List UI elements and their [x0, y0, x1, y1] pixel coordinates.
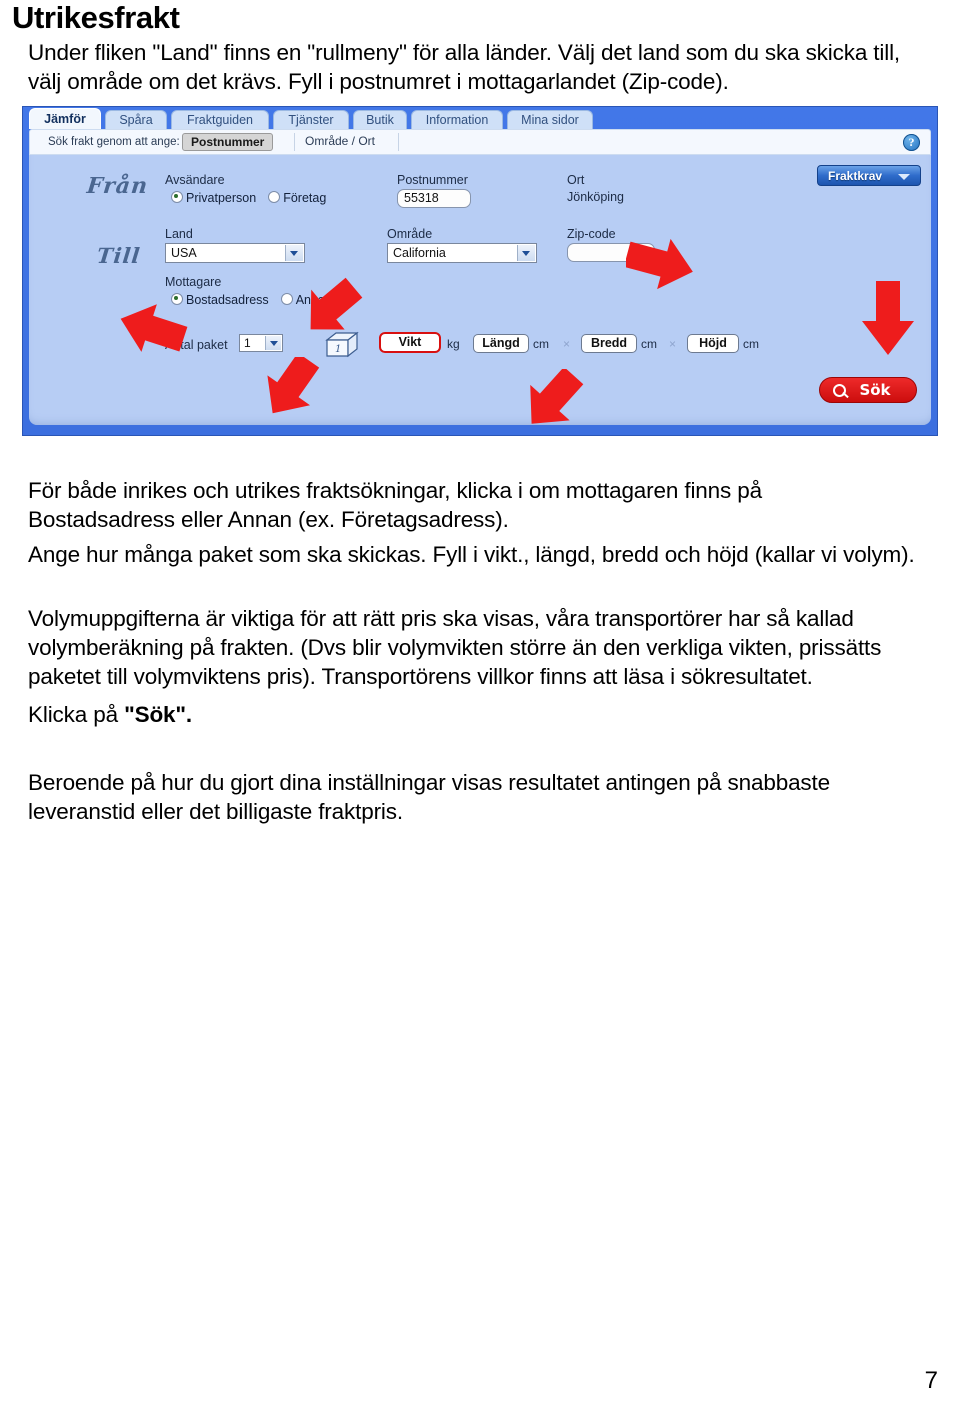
page-number: 7 — [924, 1367, 938, 1394]
chevron-down-icon[interactable] — [265, 336, 281, 350]
land-label: Land — [165, 227, 193, 241]
shipping-form: Från Till Fraktkrav Avsändare Privatpers… — [29, 155, 931, 425]
mode-omrade-ort-button[interactable]: Område / Ort — [294, 133, 383, 151]
height-unit: cm — [743, 337, 759, 351]
paragraph-5: Beroende på hur du gjort dina inställnin… — [28, 770, 830, 824]
paragraph-4: Klicka på "Sök". — [28, 700, 938, 729]
sender-label: Avsändare — [165, 173, 225, 187]
chevron-down-icon — [898, 174, 910, 180]
radio-foretag-label: Företag — [283, 191, 327, 205]
help-icon[interactable]: ? — [903, 134, 920, 151]
width-input[interactable]: Bredd — [581, 334, 637, 353]
radio-annan-icon[interactable] — [280, 293, 293, 305]
svg-text:1: 1 — [335, 344, 341, 355]
ort-label: Ort — [567, 173, 585, 187]
paragraph-1: För både inrikes och utrikes fraktsöknin… — [28, 478, 762, 532]
chevron-down-icon[interactable] — [285, 245, 303, 261]
sok-bold-text: "Sök". — [124, 702, 193, 727]
radio-bostadsadress-label: Bostadsadress — [186, 293, 269, 307]
search-mode-label: Sök frakt genom att ange: — [48, 136, 180, 148]
dimension-separator-2: × — [669, 337, 677, 351]
search-icon — [833, 384, 846, 397]
omrade-select-value: California — [393, 246, 446, 260]
weight-input[interactable]: Vikt — [379, 332, 441, 353]
annotation-arrow-zipcode — [626, 235, 700, 291]
land-select-value: USA — [171, 246, 197, 260]
fraktkrav-dropdown-button[interactable]: Fraktkrav — [817, 165, 921, 186]
app-screenshot: Jämför Spåra Fraktguiden Tjänster Butik … — [22, 106, 938, 436]
omrade-select[interactable]: California — [387, 243, 537, 263]
zip-label: Zip-code — [567, 227, 616, 241]
omrade-label: Område — [387, 227, 433, 241]
tab-tjanster[interactable]: Tjänster — [273, 110, 349, 129]
annotation-arrow-sok — [860, 279, 916, 357]
length-unit: cm — [533, 337, 549, 351]
recipient-label: Mottagare — [165, 275, 222, 289]
search-mode-bar: Sök frakt genom att ange: Postnummer Omr… — [29, 129, 931, 155]
tab-fraktguiden[interactable]: Fraktguiden — [171, 110, 269, 129]
paragraph-2: Ange hur många paket som ska skickas. Fy… — [28, 542, 915, 567]
fraktkrav-label: Fraktkrav — [828, 169, 883, 183]
radio-foretag-icon[interactable] — [268, 191, 281, 203]
handwritten-to-label: Till — [95, 243, 142, 268]
land-select[interactable]: USA — [165, 243, 305, 263]
tab-information[interactable]: Information — [411, 110, 503, 129]
mode-divider — [398, 133, 399, 151]
tab-mina-sidor[interactable]: Mina sidor — [507, 110, 593, 129]
tab-spara[interactable]: Spåra — [105, 110, 167, 129]
package-count-value: 1 — [244, 336, 251, 350]
intro-paragraph: Under fliken "Land" finns en "rullmeny" … — [28, 40, 901, 94]
paragraph-3: Volymuppgifterna är viktiga för att rätt… — [28, 606, 882, 689]
ort-value: Jönköping — [567, 190, 624, 204]
radio-privatperson-label: Privatperson — [186, 191, 257, 205]
length-input[interactable]: Längd — [473, 334, 529, 353]
mode-postnummer-button[interactable]: Postnummer — [182, 133, 274, 151]
annotation-arrow-bostadsadress — [119, 302, 189, 356]
annotation-arrow-land — [301, 275, 371, 337]
postnummer-label: Postnummer — [397, 173, 468, 187]
tab-jamfor[interactable]: Jämför — [29, 108, 101, 129]
package-count-select[interactable]: 1 — [239, 334, 283, 352]
annotation-arrow-antal-paket — [259, 357, 329, 417]
klicka-pa-text: Klicka på — [28, 702, 125, 727]
sender-radio-group[interactable]: Privatperson Företag — [171, 191, 326, 205]
search-button-label: Sök — [859, 381, 891, 399]
postnummer-input[interactable]: 55318 — [397, 189, 471, 208]
weight-unit: kg — [447, 337, 460, 351]
tab-bar: Jämför Spåra Fraktguiden Tjänster Butik … — [23, 107, 937, 129]
handwritten-from-label: Från — [85, 173, 150, 199]
annotation-arrow-omrade — [521, 369, 591, 431]
dimension-separator-1: × — [563, 337, 571, 351]
tab-butik[interactable]: Butik — [353, 110, 407, 129]
page-title: Utrikesfrakt — [12, 0, 180, 35]
search-button[interactable]: Sök — [819, 377, 917, 403]
document-page: Utrikesfrakt Under fliken "Land" finns e… — [0, 0, 960, 1413]
radio-privatperson-icon[interactable] — [171, 191, 183, 203]
width-unit: cm — [641, 337, 657, 351]
height-input[interactable]: Höjd — [687, 334, 739, 353]
chevron-down-icon[interactable] — [517, 245, 535, 261]
